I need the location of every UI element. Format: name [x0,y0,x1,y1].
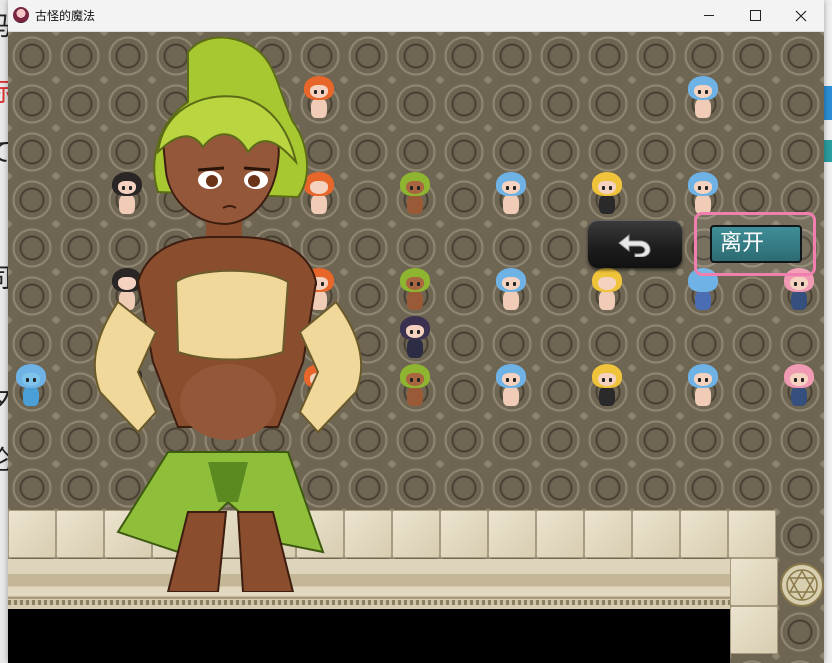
minimize-button[interactable] [686,0,732,31]
npc-blue-hair[interactable] [494,172,528,218]
npc-blonde-hair[interactable] [590,172,624,218]
ledge-trim [8,600,730,605]
minimize-icon [704,15,714,16]
npc-blonde-hair[interactable] [590,364,624,410]
npc-blue-hair[interactable] [494,268,528,314]
heroine-portrait [93,36,363,592]
leave-button[interactable]: 离开 [694,212,816,276]
desktop-text: 标 [0,72,8,109]
npc-pink-hair[interactable] [782,364,816,410]
desktop-blue-tab [824,140,832,162]
game-window: 古怪的魔法 离开 [8,0,824,663]
undo-arrow-icon [618,233,651,257]
title-bar[interactable]: 古怪的魔法 [8,0,824,32]
npc-green-hair[interactable] [398,364,432,410]
leave-button-label: 离开 [710,225,802,263]
message-window [8,609,730,663]
desktop-text: 沦 [0,440,8,477]
npc-blue-hair[interactable] [494,364,528,410]
magic-circle-icon [780,563,824,607]
game-scene[interactable]: 离开 [8,32,824,663]
stone-pillar [730,558,778,654]
npc-blonde-hair[interactable] [590,268,624,314]
npc-green-hair[interactable] [398,172,432,218]
npc-dark-hair[interactable] [398,316,432,362]
desktop-text: · [0,196,2,226]
maximize-button[interactable] [732,0,778,31]
app-icon [13,7,29,23]
desktop-text: 司 [0,258,8,295]
npc-blue-hair[interactable] [14,364,48,410]
npc-blue-hair[interactable] [686,364,720,410]
desktop-right-edge [824,0,832,663]
desktop-blue-tab [824,86,832,120]
npc-green-hair[interactable] [398,268,432,314]
window-title: 古怪的魔法 [35,9,96,23]
desktop-text: ( [0,318,2,348]
close-icon [795,10,807,21]
desktop-background: 马 标 て · 司 ( 夕 沦 [0,0,8,663]
npc-blue-hair[interactable] [686,76,720,122]
close-button[interactable] [778,0,824,31]
desktop-text: 夕 [0,380,8,417]
desktop-text: 马 [0,6,8,43]
back-button[interactable] [588,220,682,268]
maximize-icon [749,10,761,21]
desktop-text: て [0,132,8,169]
